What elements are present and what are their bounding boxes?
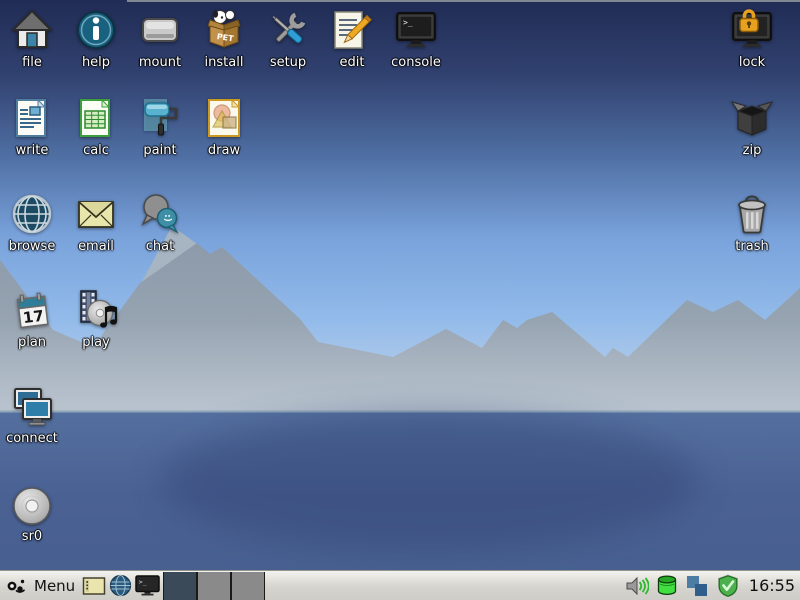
icon-label: lock: [739, 55, 765, 70]
chat-bubbles-icon: :): [136, 190, 184, 238]
icon-label: draw: [208, 143, 240, 158]
desktop-icon-browse[interactable]: browse: [0, 190, 64, 254]
desktop: file help mount PET install: [0, 0, 800, 600]
icon-label: console: [391, 55, 441, 70]
pet-package-icon: PET: [200, 6, 248, 54]
icon-label: email: [78, 239, 114, 254]
workspace-pager: [163, 572, 265, 600]
globe-icon: [8, 190, 56, 238]
icon-label: connect: [6, 431, 58, 446]
icon-label: plan: [18, 335, 46, 350]
system-tray: 16:55: [625, 573, 800, 599]
desktop-icon-lock[interactable]: lock: [720, 6, 784, 70]
icon-label: zip: [743, 143, 762, 158]
archive-box-icon: [728, 94, 776, 142]
disk-usage-icon[interactable]: [656, 574, 678, 597]
desktop-icon-install[interactable]: PET install: [192, 6, 256, 70]
menu-button[interactable]: Menu: [0, 571, 80, 600]
desktop-icon-trash[interactable]: trash: [720, 190, 784, 254]
shapes-document-icon: [200, 94, 248, 142]
terminal-small-icon: >_: [135, 575, 160, 596]
desktop-icon-mount[interactable]: mount: [128, 6, 192, 70]
desktop-icon-connect[interactable]: connect: [0, 382, 64, 446]
trash-can-icon: [728, 190, 776, 238]
taskbar: Menu >_: [0, 570, 800, 600]
house-icon: [8, 6, 56, 54]
desktop-icon-console[interactable]: >_ console: [384, 6, 448, 70]
document-icon: [8, 94, 56, 142]
firewall-shield-icon[interactable]: [716, 573, 740, 599]
media-icon: [72, 286, 120, 334]
icon-label: paint: [143, 143, 176, 158]
icon-label: setup: [270, 55, 306, 70]
icon-label: play: [82, 335, 110, 350]
pencil-paper-icon: [328, 6, 376, 54]
desktop-icon-email[interactable]: email: [64, 190, 128, 254]
envelope-icon: [72, 190, 120, 238]
svg-text:>_: >_: [403, 18, 413, 27]
icon-label: file: [22, 55, 42, 70]
calendar-icon: 17: [8, 286, 56, 334]
taskbar-clock: 16:55: [749, 576, 795, 595]
tools-icon: [264, 6, 312, 54]
quicklaunch-file-manager[interactable]: [80, 571, 107, 600]
puppy-logo-icon: [6, 577, 29, 595]
desktop-icon-paint[interactable]: paint: [128, 94, 192, 158]
icon-label: write: [16, 143, 49, 158]
icon-label: calc: [83, 143, 109, 158]
svg-text:>_: >_: [139, 578, 147, 586]
lock-screen-icon: [728, 6, 776, 54]
cd-disc-icon: [10, 484, 54, 528]
spreadsheet-icon: [72, 94, 120, 142]
desktop-icon-chat[interactable]: :) chat: [128, 190, 192, 254]
desktop-icon-file[interactable]: file: [0, 6, 64, 70]
globe-small-icon: [109, 574, 132, 597]
svg-text::): :): [162, 214, 172, 222]
terminal-icon: >_: [392, 6, 440, 54]
icon-label: browse: [9, 239, 56, 254]
monitors-icon: [8, 382, 56, 430]
info-icon: [72, 6, 120, 54]
desktop-icon-write[interactable]: write: [0, 94, 64, 158]
desktop-icon-calc[interactable]: calc: [64, 94, 128, 158]
hard-drive-icon: [136, 6, 184, 54]
menu-label: Menu: [34, 577, 75, 595]
workspace-2[interactable]: [198, 572, 232, 600]
icon-label: chat: [146, 239, 174, 254]
paint-roller-icon: [136, 94, 184, 142]
desktop-icon-help[interactable]: help: [64, 6, 128, 70]
desktop-icon-plan[interactable]: 17 plan: [0, 286, 64, 350]
workspace-1[interactable]: [164, 572, 198, 600]
icon-label: trash: [735, 239, 768, 254]
desktop-icon-setup[interactable]: setup: [256, 6, 320, 70]
desktop-icon-sr0[interactable]: sr0: [0, 484, 64, 544]
file-manager-icon: [82, 575, 106, 597]
quicklaunch-terminal[interactable]: >_: [134, 571, 161, 600]
desktop-icon-play[interactable]: play: [64, 286, 128, 350]
icon-label: edit: [340, 55, 365, 70]
icon-label: help: [82, 55, 110, 70]
icon-label: install: [205, 55, 244, 70]
quicklaunch-web-browser[interactable]: [107, 571, 134, 600]
svg-text:17: 17: [22, 307, 45, 327]
network-icon[interactable]: [685, 574, 709, 598]
icon-label: sr0: [22, 529, 42, 544]
workspace-3[interactable]: [232, 572, 265, 600]
desktop-icon-edit[interactable]: edit: [320, 6, 384, 70]
desktop-icon-zip[interactable]: zip: [720, 94, 784, 158]
desktop-icon-draw[interactable]: draw: [192, 94, 256, 158]
volume-icon[interactable]: [625, 575, 649, 597]
icon-label: mount: [139, 55, 181, 70]
